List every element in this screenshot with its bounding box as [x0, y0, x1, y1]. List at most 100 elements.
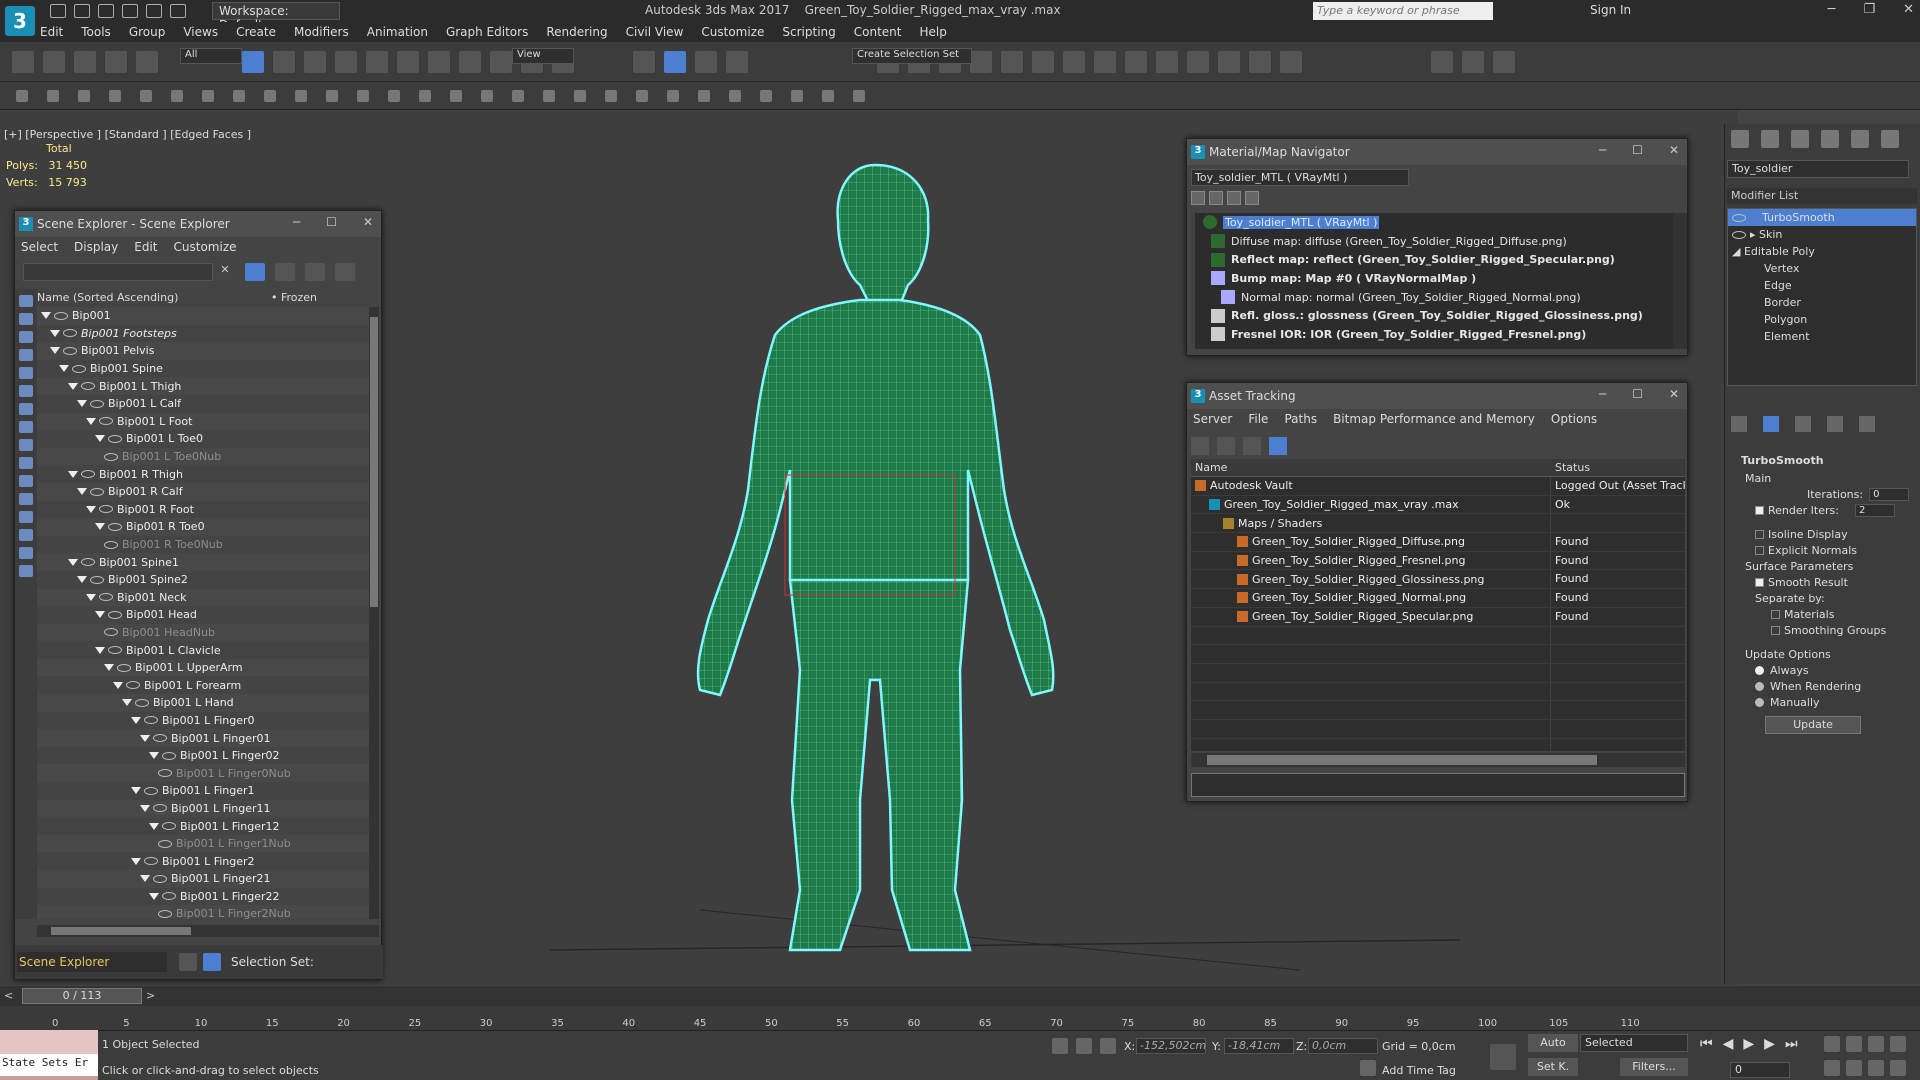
asset-row[interactable]: Green_Toy_Soldier_Rigged_max_vray .max Ok	[1191, 495, 1685, 515]
zoom-extents-all-icon[interactable]	[1890, 1036, 1906, 1052]
visibility-eye-icon[interactable]	[117, 663, 131, 672]
scene-search-input[interactable]	[23, 263, 213, 281]
set-key-button[interactable]: Set K.	[1528, 1058, 1578, 1076]
text-a-icon[interactable]	[1431, 51, 1453, 73]
window-crossing-icon[interactable]	[335, 51, 357, 73]
modify-tab-icon[interactable]	[1761, 130, 1779, 148]
fov-icon[interactable]	[1824, 1060, 1840, 1076]
ribbon-tool-14-icon[interactable]	[450, 90, 462, 102]
make-unique-icon[interactable]	[1795, 416, 1811, 432]
z-coordinate-field[interactable]: 0,0cm	[1308, 1038, 1378, 1054]
unlink-icon[interactable]	[105, 51, 127, 73]
redo-icon[interactable]	[146, 4, 162, 18]
ribbon-tool-22-icon[interactable]	[698, 90, 710, 102]
expand-triangle-icon[interactable]	[68, 470, 78, 478]
asset-menu-bitmap-performance-and-memory[interactable]: Bitmap Performance and Memory	[1333, 412, 1535, 426]
scene-tree-row[interactable]: Bip001 L Finger0	[37, 712, 369, 730]
refresh-icon[interactable]	[1191, 437, 1209, 455]
asset-row[interactable]: Green_Toy_Soldier_Rigged_Specular.png Fou…	[1191, 607, 1685, 627]
scene-tree-row[interactable]: Bip001 Spine	[37, 360, 369, 378]
render-cloud-icon[interactable]	[1280, 51, 1302, 73]
selection-lock-icon[interactable]	[1076, 1038, 1092, 1054]
x-coordinate-field[interactable]: -152,502cm	[1136, 1038, 1206, 1054]
close-icon[interactable]: ✕	[1669, 387, 1679, 401]
ribbon-tool-8-icon[interactable]	[264, 90, 276, 102]
list-icons-icon[interactable]	[1209, 191, 1223, 205]
render-iterative-icon[interactable]	[1249, 51, 1271, 73]
undo-icon[interactable]	[12, 51, 34, 73]
asset-row[interactable]: Green_Toy_Soldier_Rigged_Fresnel.png Foun…	[1191, 551, 1685, 571]
shape-filter-icon[interactable]	[19, 313, 33, 325]
particle-filter-icon[interactable]	[19, 457, 33, 469]
lock-icon[interactable]	[275, 263, 295, 281]
expand-triangle-icon[interactable]	[113, 681, 123, 689]
expand-triangle-icon[interactable]	[50, 329, 60, 337]
expand-triangle-icon[interactable]	[131, 857, 141, 865]
camera-filter-icon[interactable]	[19, 349, 33, 361]
material-name-field[interactable]: Toy_soldier_MTL ( VRayMtl )	[1191, 169, 1409, 186]
name-column-header[interactable]: Name	[1191, 459, 1551, 476]
auto-key-button[interactable]: Auto	[1528, 1034, 1578, 1052]
xref-filter-icon[interactable]	[19, 421, 33, 433]
material-tree-row[interactable]: Bump map: Map #0 ( VRayNormalMap )	[1195, 269, 1673, 288]
always-radio[interactable]	[1755, 665, 1764, 675]
key-filters-button[interactable]: Filters...	[1620, 1058, 1688, 1076]
ribbon-tool-17-icon[interactable]	[543, 90, 555, 102]
status-column-header[interactable]: Status	[1551, 459, 1594, 476]
expand-triangle-icon[interactable]	[95, 646, 105, 654]
scene-tree-row[interactable]: Bip001 L Toe0Nub	[37, 447, 369, 466]
help-search-input[interactable]: Type a keyword or phrase	[1313, 2, 1493, 20]
scene-tree-row[interactable]: Bip001 R Thigh	[37, 465, 369, 483]
link-icon[interactable]	[74, 51, 96, 73]
visibility-eye-icon[interactable]	[158, 909, 172, 918]
scene-explorer-toggle-icon[interactable]	[970, 51, 992, 73]
menu-animation[interactable]: Animation	[367, 25, 428, 39]
ribbon-tool-26-icon[interactable]	[822, 90, 834, 102]
menu-create[interactable]: Create	[236, 25, 276, 39]
menu-views[interactable]: Views	[183, 25, 218, 39]
utilities-tab-icon[interactable]	[1881, 130, 1899, 148]
sign-in-button[interactable]: Sign In	[1590, 3, 1631, 17]
ribbon-tool-18-icon[interactable]	[574, 90, 586, 102]
scene-tree-row[interactable]: Bip001 L Finger12	[37, 817, 369, 835]
scene-tree-row[interactable]: Bip001 L Foot	[37, 412, 369, 431]
rollout-title[interactable]: TurboSmooth	[1727, 454, 1917, 470]
render-setup-icon[interactable]	[1156, 51, 1178, 73]
asset-row[interactable]: Green_Toy_Soldier_Rigged_Glossiness.png F…	[1191, 570, 1685, 590]
visibility-eye-icon[interactable]	[162, 892, 176, 901]
expand-triangle-icon[interactable]	[149, 822, 159, 830]
asset-horizontal-scrollbar[interactable]	[1191, 753, 1685, 767]
close-icon[interactable]: ✕	[363, 215, 373, 229]
ribbon-tool-15-icon[interactable]	[481, 90, 493, 102]
placement-icon[interactable]	[459, 51, 481, 73]
explorer-name-dropdown[interactable]: Scene Explorer	[17, 952, 167, 972]
ribbon-tool-7-icon[interactable]	[233, 90, 245, 102]
asset-row[interactable]: Green_Toy_Soldier_Rigged_Normal.png Found	[1191, 589, 1685, 608]
key-filter-dropdown[interactable]: Selected	[1580, 1034, 1688, 1052]
modifier-visibility-icon[interactable]	[1732, 230, 1746, 239]
visibility-eye-icon[interactable]	[153, 734, 167, 743]
text-c-icon[interactable]	[1493, 51, 1515, 73]
material-scrollbar[interactable]	[1673, 213, 1687, 349]
visibility-eye-icon[interactable]	[108, 610, 122, 619]
material-tree-row[interactable]: Toy_soldier_MTL ( VRayMtl )	[1195, 213, 1673, 232]
time-slider[interactable]: 0 / 113	[22, 988, 142, 1004]
selection-set-icon[interactable]	[203, 953, 221, 971]
maximize-icon[interactable]: ☐	[1632, 387, 1643, 401]
select-move-icon[interactable]	[366, 51, 388, 73]
expand-triangle-icon[interactable]	[86, 417, 96, 425]
funnel-icon[interactable]	[19, 529, 33, 541]
material-tree-row[interactable]: Reflect map: reflect (Green_Toy_Soldier_…	[1195, 250, 1673, 269]
hierarchy-tab-icon[interactable]	[1791, 130, 1809, 148]
expand-triangle-icon[interactable]	[140, 734, 150, 742]
ribbon-tool-24-icon[interactable]	[760, 90, 772, 102]
ribbon-tool-20-icon[interactable]	[636, 90, 648, 102]
scene-tree-row[interactable]: Bip001 L Finger02	[37, 747, 369, 765]
expand-triangle-icon[interactable]	[95, 435, 105, 443]
play-icon[interactable]: ▶	[1743, 1036, 1754, 1052]
smooth-result-checkbox[interactable]	[1755, 577, 1764, 587]
next-frame-icon[interactable]: >	[146, 989, 155, 1002]
workspace-dropdown[interactable]: Workspace: Default	[212, 2, 340, 32]
visibility-eye-icon[interactable]	[63, 346, 77, 355]
manually-radio[interactable]	[1755, 697, 1764, 707]
